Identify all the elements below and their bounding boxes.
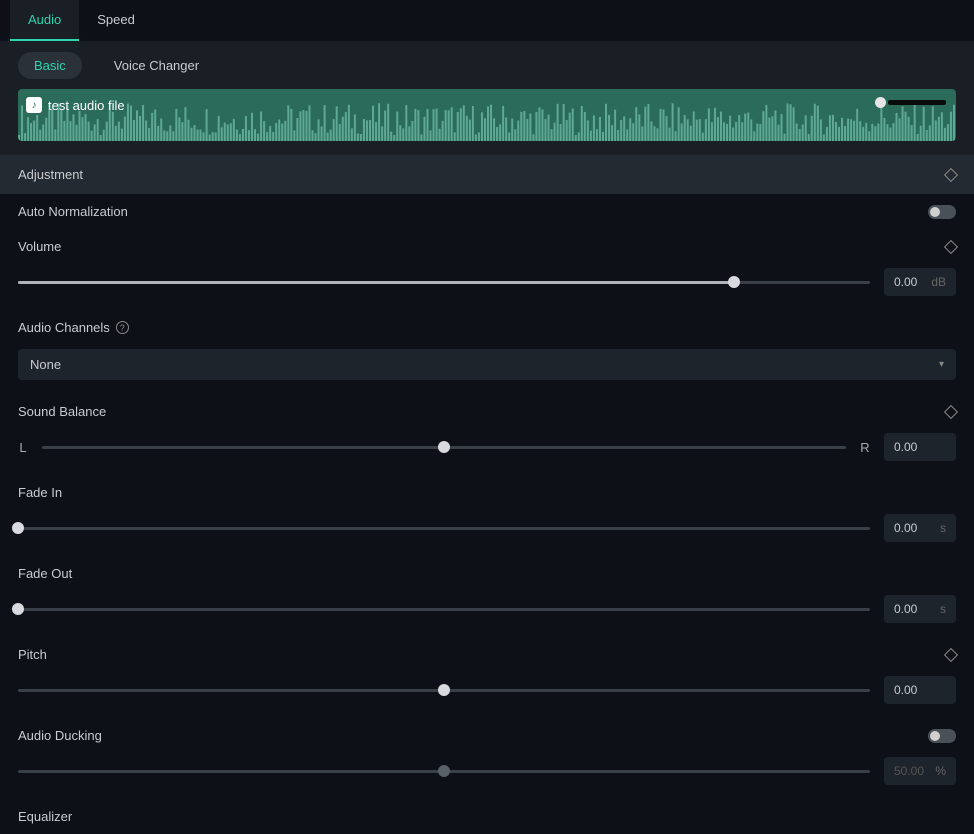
- keyframe-icon[interactable]: [944, 647, 958, 661]
- pitch-slider[interactable]: [18, 689, 870, 692]
- adjustment-title: Adjustment: [18, 167, 83, 182]
- fade-in-label: Fade In: [18, 485, 62, 500]
- audio-channels-select[interactable]: None ▾: [18, 349, 956, 380]
- volume-slider[interactable]: [18, 281, 870, 284]
- audio-ducking-slider-row: 50.00%: [0, 753, 974, 799]
- auto-normalization-label: Auto Normalization: [18, 204, 128, 219]
- fade-out-label: Fade Out: [18, 566, 72, 581]
- pitch-label: Pitch: [18, 647, 47, 662]
- main-tabs: Audio Speed: [0, 0, 974, 42]
- auto-normalization-toggle[interactable]: [928, 205, 956, 219]
- content-scroll[interactable]: Adjustment Auto Normalization Volume 0.0…: [0, 155, 974, 824]
- sound-balance-label: Sound Balance: [18, 404, 106, 419]
- sound-balance-value[interactable]: 0.00: [884, 433, 956, 461]
- pitch-slider-row: 0.00: [0, 672, 974, 718]
- fade-in-value[interactable]: 0.00s: [884, 514, 956, 542]
- volume-row: Volume: [0, 229, 974, 264]
- audio-ducking-slider[interactable]: [18, 770, 870, 773]
- adjustment-header: Adjustment: [0, 155, 974, 194]
- pitch-value[interactable]: 0.00: [884, 676, 956, 704]
- audio-waveform[interactable]: ♪ test audio file: [18, 89, 956, 141]
- sound-balance-row: Sound Balance: [0, 394, 974, 429]
- fade-out-value[interactable]: 0.00s: [884, 595, 956, 623]
- clip-name: test audio file: [48, 98, 125, 113]
- waveform-graphic: [18, 89, 956, 141]
- keyframe-icon[interactable]: [944, 167, 958, 181]
- fade-out-slider[interactable]: [18, 608, 870, 611]
- subtab-voice-changer[interactable]: Voice Changer: [98, 52, 215, 79]
- pitch-row: Pitch: [0, 637, 974, 672]
- sub-tabs: Basic Voice Changer: [0, 42, 974, 89]
- balance-left-label: L: [18, 440, 28, 455]
- fade-in-slider-row: 0.00s: [0, 510, 974, 556]
- sound-balance-slider-row: L R 0.00: [0, 429, 974, 475]
- audio-ducking-row: Audio Ducking: [0, 718, 974, 753]
- waveform-container: ♪ test audio file: [0, 89, 974, 155]
- tab-speed[interactable]: Speed: [79, 0, 153, 41]
- fade-in-slider[interactable]: [18, 527, 870, 530]
- fade-out-row: Fade Out: [0, 556, 974, 591]
- clip-label: ♪ test audio file: [26, 97, 125, 113]
- audio-channels-row: Audio Channels ?: [0, 310, 974, 345]
- volume-slider-row: 0.00dB: [0, 264, 974, 310]
- fade-in-row: Fade In: [0, 475, 974, 510]
- music-note-icon: ♪: [26, 97, 42, 113]
- equalizer-label: Equalizer: [18, 809, 72, 824]
- audio-ducking-toggle[interactable]: [928, 729, 956, 743]
- auto-normalization-row: Auto Normalization: [0, 194, 974, 229]
- help-icon[interactable]: ?: [116, 321, 129, 334]
- keyframe-icon[interactable]: [944, 239, 958, 253]
- volume-label: Volume: [18, 239, 61, 254]
- audio-ducking-value: 50.00%: [884, 757, 956, 785]
- waveform-trim-handle[interactable]: [875, 97, 946, 108]
- audio-ducking-label: Audio Ducking: [18, 728, 102, 743]
- tab-audio[interactable]: Audio: [10, 0, 79, 41]
- subtab-basic[interactable]: Basic: [18, 52, 82, 79]
- keyframe-icon[interactable]: [944, 404, 958, 418]
- balance-right-label: R: [860, 440, 870, 455]
- audio-channels-label: Audio Channels: [18, 320, 110, 335]
- sound-balance-slider[interactable]: [42, 446, 846, 449]
- fade-out-slider-row: 0.00s: [0, 591, 974, 637]
- volume-value[interactable]: 0.00dB: [884, 268, 956, 296]
- equalizer-row: Equalizer: [0, 799, 974, 824]
- chevron-down-icon: ▾: [939, 359, 944, 370]
